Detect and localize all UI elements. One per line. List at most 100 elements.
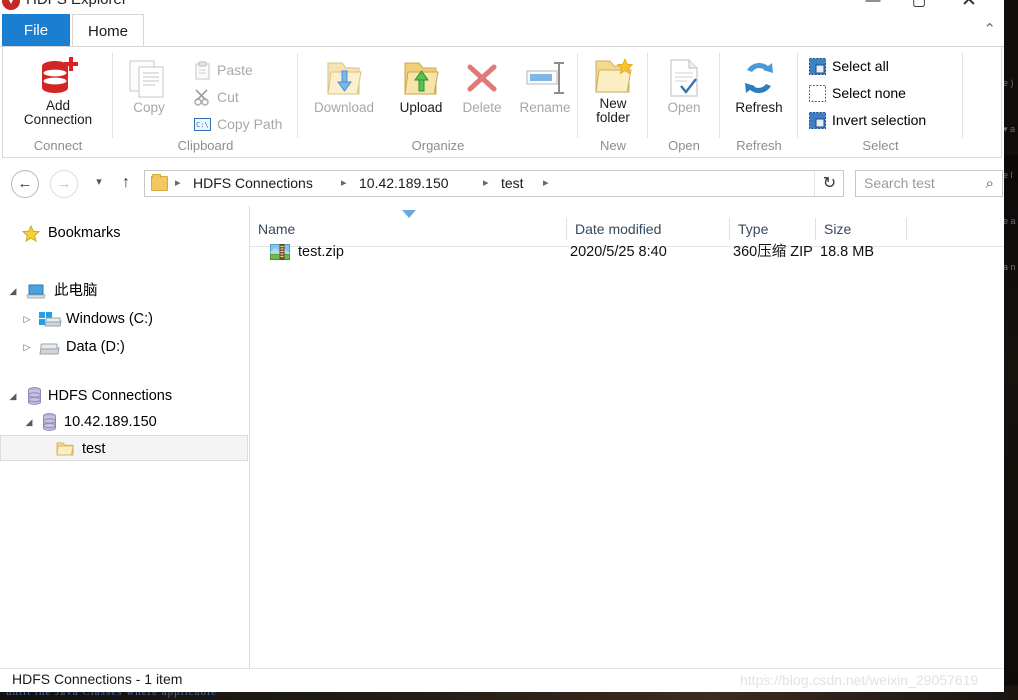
backdrop-edge-text: e ) ▾ a e l e a a n [1003,78,1016,272]
download-button[interactable]: Download [298,55,390,115]
delete-button[interactable]: Delete [452,55,512,115]
database-icon [27,387,45,405]
group-label-select: Select [862,138,899,153]
breadcrumb-separator[interactable]: ▸ [341,176,347,189]
folder-download-icon [320,55,368,101]
up-button[interactable]: ↑ [113,170,139,196]
ribbon-group-organize: Download Upload Delete Rename Organize [298,47,578,156]
minimize-button[interactable]: — [860,0,886,14]
tree-item-bookmarks[interactable]: Bookmarks [0,220,248,246]
tree-item-host[interactable]: ◢ 10.42.189.150 [0,409,248,435]
navigation-tree: Bookmarks ◢ 此电脑 ▷ Windows (C:) ▷ Data (D… [0,206,250,668]
group-label-connect: Connect [33,138,83,153]
new-folder-button[interactable]: New folder [578,53,648,125]
refresh-icon [736,55,782,101]
copy-path-icon: C:\ [193,115,212,134]
tree-label-hdfs-connections: HDFS Connections [48,388,173,404]
paste-icon [193,61,212,80]
tree-item-this-pc[interactable]: ◢ 此电脑 [0,278,248,304]
breadcrumb-hdfs-connections[interactable]: HDFS Connections [193,175,313,191]
open-button[interactable]: Open [648,55,720,115]
cell-type: 360压缩 ZIP [733,244,813,260]
breadcrumb-separator[interactable]: ▸ [175,176,181,189]
tab-home[interactable]: Home [72,14,144,47]
search-box[interactable]: Search test ⌕ [855,170,1003,197]
open-label: Open [667,100,701,115]
tree-label-data-d: Data (D:) [66,339,125,355]
tree-item-data-d[interactable]: ▷ Data (D:) [0,334,248,360]
rename-icon [521,55,569,101]
ribbon-group-connect: Add Connection Connect [3,47,113,156]
database-icon [42,413,60,431]
select-none-label: Select none [832,85,906,101]
column-divider[interactable] [906,218,907,240]
file-list-pane: Name Date modified Type Size test.zip 20… [250,206,1004,668]
add-connection-label-line1: Add [45,98,71,113]
tree-item-windows-c[interactable]: ▷ Windows (C:) [0,306,248,332]
search-icon: ⌕ [985,175,994,192]
svg-text:C:\: C:\ [196,121,209,129]
copy-path-label: Copy Path [217,116,283,132]
content-area: Bookmarks ◢ 此电脑 ▷ Windows (C:) ▷ Data (D… [0,206,1004,668]
cell-date-modified: 2020/5/25 8:40 [570,244,667,260]
maximize-button[interactable]: ▢ [906,0,932,14]
back-button[interactable]: ← [11,170,39,198]
expander-icon[interactable]: ◢ [6,383,20,409]
expander-icon[interactable]: ◢ [6,278,20,304]
forward-button[interactable]: → [50,170,78,198]
ribbon-group-select: Select all Select none Invert selection … [798,47,963,156]
upload-button[interactable]: Upload [390,55,452,115]
zip-archive-icon [270,243,290,261]
breadcrumb-host[interactable]: 10.42.189.150 [359,175,449,191]
tree-item-hdfs-connections[interactable]: ◢ HDFS Connections [0,383,248,409]
copy-label: Copy [133,100,165,115]
tree-label-this-pc: 此电脑 [54,283,98,299]
search-input[interactable]: Search test [864,175,935,191]
collapse-ribbon-icon[interactable]: ⌃ [983,20,996,38]
group-label-new: New [599,138,626,153]
download-label: Download [313,100,375,115]
expander-icon[interactable]: ▷ [20,306,34,332]
breadcrumb-test[interactable]: test [501,175,524,191]
star-icon [21,224,41,243]
select-all-label: Select all [832,58,889,74]
add-connection-button[interactable]: Add Connection [3,53,113,127]
windows-drive-icon [38,311,62,327]
breadcrumb-separator[interactable]: ▸ [483,176,489,189]
new-folder-icon [589,53,637,97]
scissors-icon [193,88,212,107]
tree-label-test: test [82,441,106,457]
cut-label: Cut [217,89,239,105]
breadcrumb-separator[interactable]: ▸ [543,176,549,189]
tab-file[interactable]: File [2,14,70,47]
expander-icon[interactable]: ◢ [22,409,36,435]
this-pc-icon [26,283,46,299]
table-row[interactable]: test.zip 2020/5/25 8:40 360压缩 ZIP 18.8 M… [250,239,1004,265]
copy-icon [126,55,172,101]
upload-label: Upload [399,100,443,115]
status-text: HDFS Connections - 1 item [12,671,183,687]
drive-icon [38,339,60,355]
group-label-open: Open [668,138,700,153]
tree-label-host: 10.42.189.150 [64,414,157,430]
rename-button[interactable]: Rename [512,55,578,115]
folder-upload-icon [397,55,445,101]
red-x-icon [458,55,506,101]
window-title: HDFS Explorer [26,0,127,8]
app-logo-icon [2,0,20,10]
navigation-bar: ← → ▾ ↑ ▸ HDFS Connections ▸ 10.42.189.1… [0,160,1004,206]
open-document-icon [661,55,707,101]
tree-item-test[interactable]: test [0,435,248,461]
select-none-icon [808,84,827,103]
recent-locations-button[interactable]: ▾ [86,170,112,196]
ribbon-group-refresh: Refresh Refresh [720,47,798,156]
expander-icon[interactable]: ▷ [20,334,34,360]
ribbon-group-clipboard: Copy Paste Cut C:\ Copy Path Clipboard [113,47,298,156]
copy-button[interactable]: Copy [113,55,185,115]
delete-label: Delete [462,100,502,115]
refresh-button[interactable]: Refresh [720,55,798,115]
close-button[interactable]: ✕ [956,0,982,14]
address-bar[interactable]: ▸ HDFS Connections ▸ 10.42.189.150 ▸ tes… [144,170,844,197]
new-folder-label-line2: folder [596,110,630,125]
address-refresh-button[interactable]: ↻ [814,171,844,196]
